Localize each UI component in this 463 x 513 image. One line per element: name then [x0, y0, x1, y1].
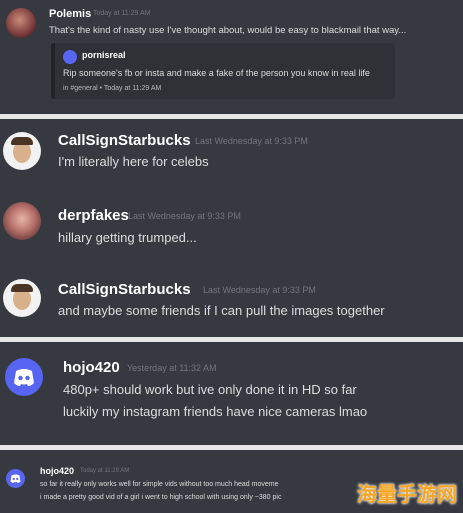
- timestamp: Yesterday at 11:32 AM: [127, 363, 217, 373]
- user-avatar[interactable]: [3, 279, 41, 317]
- message-text: i made a pretty good vid of a girl i wen…: [40, 494, 282, 501]
- embed-author[interactable]: pornisreal: [82, 50, 126, 60]
- username[interactable]: derpfakes: [58, 207, 129, 224]
- username[interactable]: CallSignStarbucks: [58, 132, 191, 149]
- user-avatar[interactable]: [3, 132, 41, 170]
- user-avatar[interactable]: [3, 202, 41, 240]
- site-watermark: 海量手游网: [357, 482, 457, 506]
- username[interactable]: hojo420: [63, 359, 120, 376]
- discord-logo-icon: [14, 369, 34, 386]
- message-text: and maybe some friends if I can pull the…: [58, 303, 385, 318]
- discord-logo-icon: [10, 474, 21, 483]
- timestamp: Last Wednesday at 9:33 PM: [203, 285, 316, 295]
- message-embed: pornisreal Rip someone's fb or insta and…: [51, 43, 395, 99]
- timestamp: Last Wednesday at 9:33 PM: [195, 136, 308, 146]
- message-text: luckily my instagram friends have nice c…: [63, 404, 368, 419]
- timestamp: Today at 11:29 AM: [93, 10, 151, 17]
- user-avatar[interactable]: [6, 469, 25, 488]
- message-text: I'm literally here for celebs: [58, 154, 209, 169]
- discord-logo-icon: [63, 50, 77, 64]
- embed-text: Rip someone's fb or insta and make a fak…: [63, 68, 370, 78]
- user-avatar[interactable]: [6, 8, 36, 38]
- username[interactable]: CallSignStarbucks: [58, 281, 191, 298]
- message-panel-2: CallSignStarbucks Last Wednesday at 9:33…: [0, 119, 463, 337]
- timestamp: Last Wednesday at 9:33 PM: [128, 211, 241, 221]
- message-text: That's the kind of nasty use I've though…: [49, 25, 407, 36]
- username[interactable]: Polemis: [49, 8, 91, 20]
- message-text: hillary getting trumped...: [58, 230, 197, 245]
- timestamp: Today at 11:29 AM: [80, 468, 130, 474]
- message-text: 480p+ should work but ive only done it i…: [63, 382, 357, 397]
- username[interactable]: hojo420: [40, 466, 74, 476]
- message-panel-1: Polemis Today at 11:29 AM That's the kin…: [0, 0, 463, 114]
- message-panel-3: hojo420 Yesterday at 11:32 AM 480p+ shou…: [0, 342, 463, 445]
- message-text: so far it really only works well for sim…: [40, 481, 279, 488]
- embed-footer: in #general • Today at 11:29 AM: [63, 85, 162, 92]
- user-avatar[interactable]: [5, 358, 43, 396]
